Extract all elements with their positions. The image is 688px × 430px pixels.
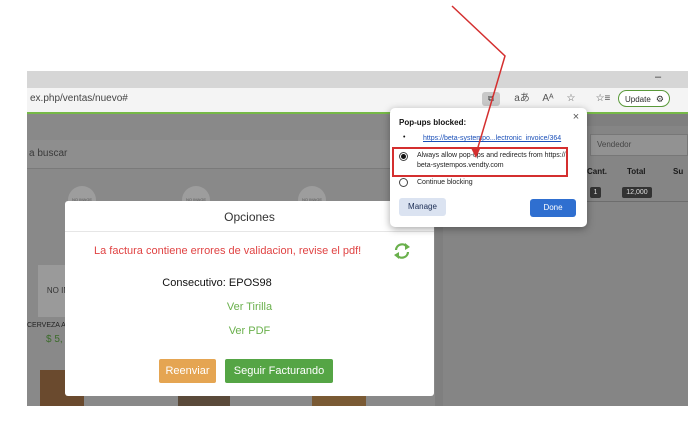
favorites-list-icon[interactable]: ☆≡ xyxy=(595,92,611,106)
browser-tab-strip xyxy=(27,71,688,88)
popup-blocked-icon[interactable]: ⧉ xyxy=(482,92,500,106)
cell-total: 12,000 xyxy=(622,187,652,198)
vendedor-placeholder: Vendedor xyxy=(597,140,632,149)
ver-tirilla-link[interactable]: Ver Tirilla xyxy=(65,301,434,313)
reenviar-button[interactable]: Reenviar xyxy=(159,359,216,383)
update-label: Update xyxy=(625,95,651,104)
update-button[interactable]: Update ⚙ xyxy=(618,90,670,107)
product-name: CERVEZA A xyxy=(27,322,66,329)
header-subtotal: Su xyxy=(673,167,684,176)
favorite-star-icon[interactable]: ☆ xyxy=(563,92,579,106)
continue-blocking-radio[interactable] xyxy=(399,178,408,187)
product-price: $ 5, xyxy=(46,334,63,345)
list-bullet: • xyxy=(403,134,406,141)
read-aloud-icon[interactable]: aあ xyxy=(514,92,530,106)
validation-error-message: La factura contiene errores de validacio… xyxy=(94,245,362,257)
ver-pdf-link[interactable]: Ver PDF xyxy=(65,325,434,337)
search-placeholder: a buscar xyxy=(29,148,68,159)
continue-blocking-label[interactable]: Continue blocking xyxy=(417,179,473,186)
consecutivo-label: Consecutivo: EPOS98 xyxy=(162,277,272,289)
product-search-input[interactable] xyxy=(27,140,435,169)
annotation-highlight-box xyxy=(392,147,568,177)
header-cant: Cant. xyxy=(587,167,607,176)
blocked-popup-link[interactable]: https://beta-systempo...lectronic_invoic… xyxy=(423,135,561,142)
done-button[interactable]: Done xyxy=(530,199,576,217)
header-total: Total xyxy=(627,167,646,176)
minimize-button[interactable]: – xyxy=(652,71,664,85)
refresh-icon[interactable] xyxy=(392,241,412,261)
text-size-icon[interactable]: Aᴬ xyxy=(540,92,556,106)
row-divider xyxy=(584,201,688,202)
manage-button[interactable]: Manage xyxy=(399,198,446,216)
update-icon: ⚙ xyxy=(655,94,664,104)
close-icon[interactable]: × xyxy=(570,111,582,123)
address-bar[interactable]: ex.php/ventas/nuevo# xyxy=(30,93,128,104)
modal-title: Opciones xyxy=(224,210,275,224)
seguir-facturando-button[interactable]: Seguir Facturando xyxy=(225,359,333,383)
flyout-title: Pop-ups blocked: xyxy=(399,118,467,127)
cell-cant: 1 xyxy=(590,187,601,198)
